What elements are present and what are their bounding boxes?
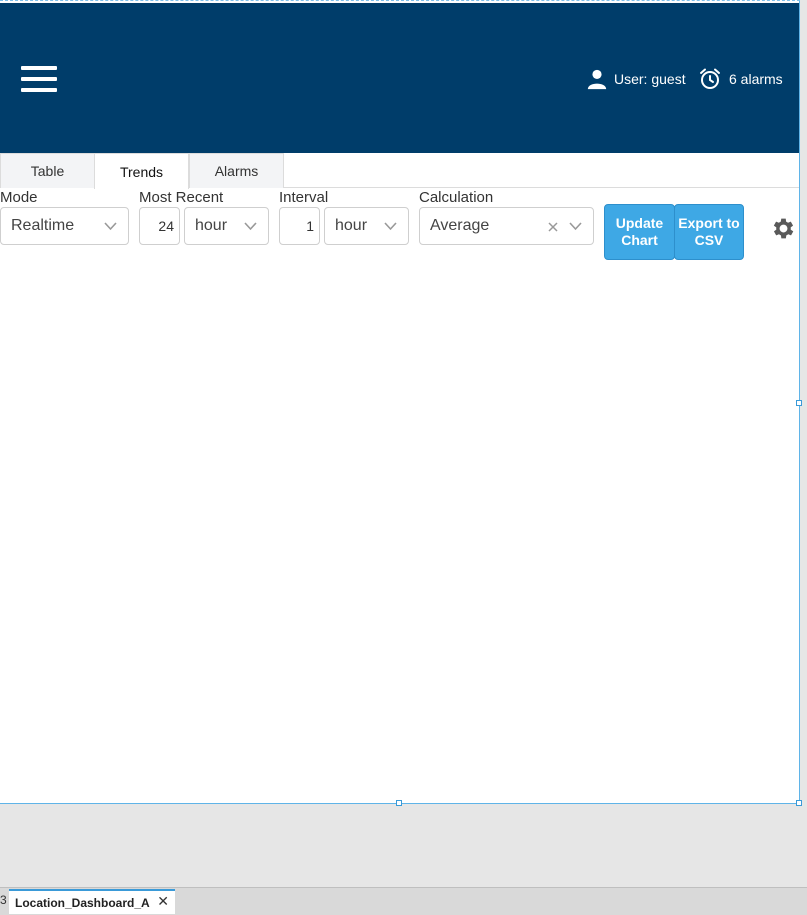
- chevron-down-icon: [569, 222, 582, 231]
- mode-select[interactable]: Realtime: [0, 207, 129, 245]
- mode-value: Realtime: [11, 217, 75, 234]
- calculation-select[interactable]: Average: [419, 207, 594, 245]
- update-button-line1: Update: [615, 215, 664, 231]
- mode-label: Mode: [0, 189, 38, 206]
- tab-bar: Table Trends Alarms: [0, 153, 799, 189]
- tab-alarms[interactable]: Alarms: [189, 153, 284, 188]
- resize-handle-right[interactable]: [796, 400, 802, 406]
- document-tab-label: Location_Dashboard_A: [15, 895, 150, 910]
- clear-icon[interactable]: [548, 222, 558, 232]
- user-status[interactable]: User: guest: [586, 67, 686, 91]
- app-header: User: guest 6 alarms: [0, 3, 799, 153]
- export-button-line2: CSV: [694, 232, 724, 248]
- alarms-label: 6 alarms: [729, 71, 783, 87]
- resize-handle-bottom[interactable]: [396, 800, 402, 806]
- gear-icon[interactable]: [770, 215, 797, 242]
- calculation-value: Average: [430, 217, 490, 234]
- tab-trends[interactable]: Trends: [94, 153, 189, 189]
- view-canvas: User: guest 6 alarms Table Trends Alarms…: [0, 0, 800, 804]
- most-recent-unit-select[interactable]: hour: [184, 207, 269, 245]
- tab-table[interactable]: Table: [0, 153, 95, 188]
- user-icon: [587, 69, 607, 90]
- most-recent-amount-input[interactable]: [139, 207, 180, 245]
- document-tab[interactable]: Location_Dashboard_A ✕: [9, 889, 175, 914]
- export-csv-button[interactable]: Export to CSV: [674, 204, 744, 260]
- export-button-line1: Export to: [678, 215, 740, 231]
- resize-handle-corner[interactable]: [796, 800, 802, 806]
- calculation-label: Calculation: [419, 189, 494, 206]
- close-icon[interactable]: ✕: [157, 893, 169, 910]
- chevron-down-icon: [104, 222, 117, 231]
- tab-bar-left-marker: 3: [0, 893, 7, 907]
- menu-icon[interactable]: [21, 66, 57, 92]
- interval-unit-select[interactable]: hour: [324, 207, 409, 245]
- interval-amount-input[interactable]: [279, 207, 320, 245]
- user-label: User: guest: [614, 71, 686, 87]
- document-tab-bar: 3 Location_Dashboard_A ✕: [0, 887, 807, 915]
- chevron-down-icon: [244, 222, 257, 231]
- interval-unit-value: hour: [335, 217, 368, 234]
- most-recent-label: Most Recent: [139, 189, 224, 206]
- interval-label: Interval: [279, 189, 329, 206]
- alarm-clock-icon: [700, 68, 720, 89]
- alarm-status[interactable]: 6 alarms: [698, 67, 783, 91]
- update-chart-button[interactable]: Update Chart: [604, 204, 675, 260]
- update-button-line2: Chart: [621, 232, 658, 248]
- chevron-down-icon: [384, 222, 397, 231]
- most-recent-unit-value: hour: [195, 217, 228, 234]
